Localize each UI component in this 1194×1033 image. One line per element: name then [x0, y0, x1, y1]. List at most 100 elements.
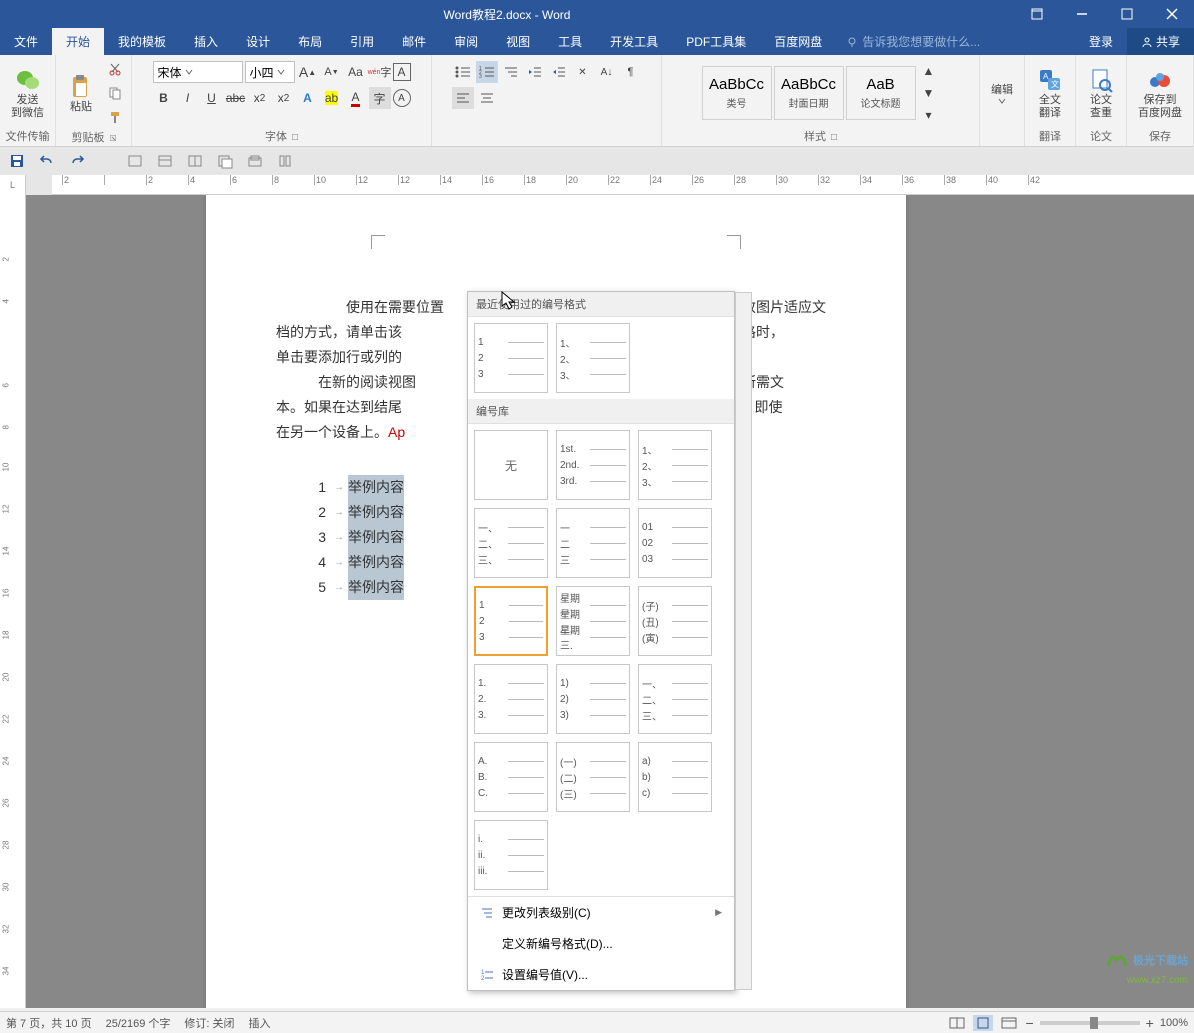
qat-btn-9[interactable]: [274, 150, 296, 172]
send-to-wechat-button[interactable]: 发送到微信: [5, 64, 50, 122]
multilevel-list-button[interactable]: [500, 61, 522, 83]
numbering-thumb[interactable]: 123: [474, 323, 548, 393]
edit-dropdown[interactable]: 编辑: [985, 82, 1019, 107]
menu-tab-PDF工具集[interactable]: PDF工具集: [672, 28, 760, 55]
numbering-thumb[interactable]: 1.2.3.: [474, 664, 548, 734]
styles-scroll-up[interactable]: ▲: [918, 60, 940, 82]
strikethrough-button[interactable]: abc: [225, 87, 247, 109]
style-option[interactable]: AaB论文标题: [846, 66, 916, 120]
status-page[interactable]: 第 7 页，共 10 页: [6, 1015, 92, 1031]
grow-font-button[interactable]: A▲: [297, 61, 319, 83]
web-layout-button[interactable]: [999, 1015, 1019, 1031]
close-button[interactable]: [1149, 0, 1194, 28]
italic-button[interactable]: I: [177, 87, 199, 109]
login-link[interactable]: 登录: [1075, 28, 1127, 55]
undo-button[interactable]: [36, 150, 58, 172]
superscript-button[interactable]: x2: [273, 87, 295, 109]
paste-button[interactable]: 粘贴: [61, 71, 101, 116]
menu-tab-审阅[interactable]: 审阅: [440, 28, 492, 55]
numbering-thumb[interactable]: 1、2、3、: [556, 323, 630, 393]
numbering-thumb[interactable]: A.B.C.: [474, 742, 548, 812]
subscript-button[interactable]: x2: [249, 87, 271, 109]
read-mode-button[interactable]: [947, 1015, 967, 1031]
numbering-thumb[interactable]: 星期一.星期二.星期三.: [556, 586, 630, 656]
redo-button[interactable]: [66, 150, 88, 172]
numbering-thumb[interactable]: (一)(二)(三): [556, 742, 630, 812]
change-case-button[interactable]: Aa: [345, 61, 367, 83]
sort-button[interactable]: A↓: [596, 61, 618, 83]
print-layout-button[interactable]: [973, 1015, 993, 1031]
numbering-thumb[interactable]: (子)(丑)(寅): [638, 586, 712, 656]
tell-me-search[interactable]: 告诉我您想要做什么...: [836, 28, 990, 55]
numbering-thumb[interactable]: 1st.2nd.3rd.: [556, 430, 630, 500]
define-new-format-item[interactable]: 定义新编号格式(D)...: [468, 928, 734, 959]
horizontal-ruler[interactable]: 2246810121214161820222426283032343638404…: [52, 175, 1194, 195]
menu-tab-百度网盘[interactable]: 百度网盘: [760, 28, 836, 55]
menu-tab-布局[interactable]: 布局: [284, 28, 336, 55]
numbering-thumb[interactable]: 1、2、3、: [638, 430, 712, 500]
menu-tab-我的模板[interactable]: 我的模板: [104, 28, 180, 55]
char-border-button[interactable]: A: [393, 63, 411, 81]
save-button[interactable]: [6, 150, 28, 172]
numbering-thumb[interactable]: 010203: [638, 508, 712, 578]
zoom-in-button[interactable]: +: [1146, 1015, 1154, 1031]
translate-button[interactable]: A文全文翻译: [1030, 64, 1070, 122]
menu-tab-设计[interactable]: 设计: [232, 28, 284, 55]
font-name-combo[interactable]: 宋体: [153, 61, 243, 83]
numbering-button[interactable]: 123: [476, 61, 498, 83]
bullets-button[interactable]: [452, 61, 474, 83]
copy-button[interactable]: [104, 82, 126, 104]
zoom-level[interactable]: 100%: [1160, 1017, 1188, 1029]
style-option[interactable]: AaBbCc封面日期: [774, 66, 844, 120]
save-to-netdisk-button[interactable]: 保存到百度网盘: [1132, 64, 1188, 122]
styles-more[interactable]: ▾: [918, 104, 940, 126]
shrink-font-button[interactable]: A▼: [321, 61, 343, 83]
thesis-check-button[interactable]: 论文查重: [1081, 64, 1121, 122]
qat-btn-8[interactable]: [244, 150, 266, 172]
numbering-thumb[interactable]: i.ii.iii.: [474, 820, 548, 890]
phonetic-guide-button[interactable]: wén字: [369, 61, 391, 83]
menu-tab-文件[interactable]: 文件: [0, 28, 52, 55]
zoom-out-button[interactable]: −: [1025, 1015, 1033, 1031]
font-size-combo[interactable]: 小四: [245, 61, 295, 83]
dropdown-scrollbar[interactable]: [735, 292, 752, 990]
ribbon-display-options[interactable]: [1014, 0, 1059, 28]
menu-tab-视图[interactable]: 视图: [492, 28, 544, 55]
numbering-thumb[interactable]: 无: [474, 430, 548, 500]
underline-button[interactable]: U: [201, 87, 223, 109]
cut-button[interactable]: [104, 58, 126, 80]
maximize-button[interactable]: [1104, 0, 1149, 28]
status-track-changes[interactable]: 修订: 关闭: [184, 1015, 234, 1031]
tab-selector[interactable]: L: [0, 175, 26, 195]
numbering-thumb[interactable]: 123: [474, 586, 548, 656]
style-option[interactable]: AaBbCc类号: [702, 66, 772, 120]
font-color-button[interactable]: A: [345, 87, 367, 109]
vertical-ruler[interactable]: 24681012141618202224262830323436: [0, 195, 26, 1008]
menu-tab-插入[interactable]: 插入: [180, 28, 232, 55]
align-left-button[interactable]: [452, 87, 474, 109]
numbering-thumb[interactable]: 一、二、三、: [638, 664, 712, 734]
minimize-button[interactable]: [1059, 0, 1104, 28]
char-shading-button[interactable]: 字: [369, 87, 391, 109]
qat-btn-4[interactable]: [124, 150, 146, 172]
increase-indent-button[interactable]: [548, 61, 570, 83]
numbering-thumb[interactable]: 一、二、三、: [474, 508, 548, 578]
menu-tab-邮件[interactable]: 邮件: [388, 28, 440, 55]
numbering-thumb[interactable]: 1)2)3): [556, 664, 630, 734]
status-insert-mode[interactable]: 插入: [249, 1015, 271, 1031]
menu-tab-引用[interactable]: 引用: [336, 28, 388, 55]
format-painter-button[interactable]: [104, 106, 126, 128]
set-numbering-value-item[interactable]: 12 设置编号值(V)...: [468, 959, 734, 990]
styles-scroll-down[interactable]: ▼: [918, 82, 940, 104]
qat-btn-5[interactable]: [154, 150, 176, 172]
status-word-count[interactable]: 25/2169 个字: [106, 1015, 171, 1031]
bold-button[interactable]: B: [153, 87, 175, 109]
menu-tab-工具[interactable]: 工具: [544, 28, 596, 55]
menu-tab-开发工具[interactable]: 开发工具: [596, 28, 672, 55]
asian-layout-button[interactable]: ✕: [572, 61, 594, 83]
enclose-char-button[interactable]: A: [393, 89, 411, 107]
zoom-slider[interactable]: [1040, 1021, 1140, 1025]
align-center-button[interactable]: [476, 87, 498, 109]
decrease-indent-button[interactable]: [524, 61, 546, 83]
numbering-thumb[interactable]: a)b)c): [638, 742, 712, 812]
